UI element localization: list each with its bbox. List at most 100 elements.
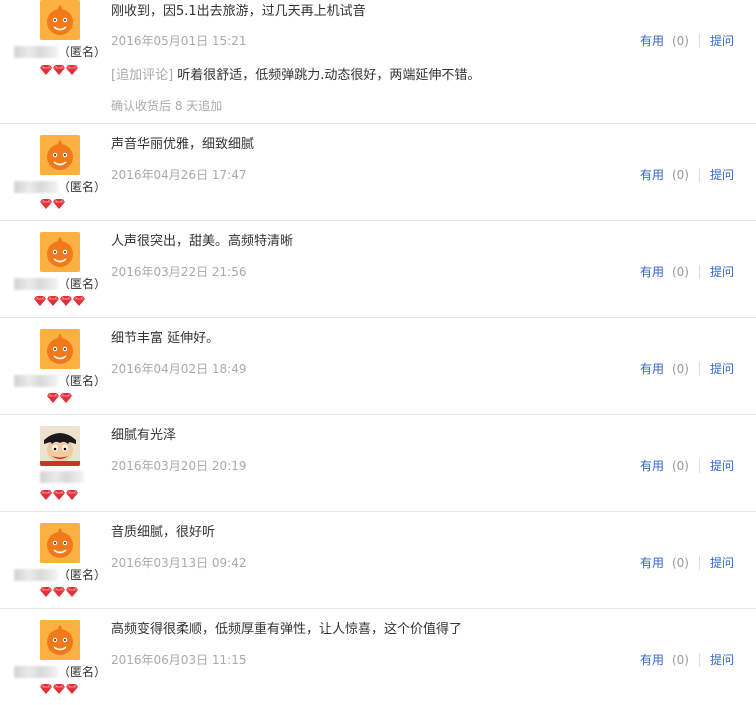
- diamond-rank-icon: [40, 489, 52, 500]
- divider: [698, 167, 700, 182]
- buyer-rank: [40, 683, 78, 695]
- review-actions: 有用 (0) 提问: [640, 457, 734, 474]
- ask-button[interactable]: 提问: [710, 263, 734, 280]
- review-actions: 有用 (0) 提问: [640, 360, 734, 377]
- blurred-username: [14, 277, 58, 290]
- diamond-rank-icon: [60, 392, 72, 403]
- divider: [698, 458, 700, 473]
- useful-button[interactable]: 有用: [640, 32, 664, 49]
- user-avatar[interactable]: [40, 135, 80, 175]
- review-item: （匿名） 细节丰富 延伸好。 2016年04月02日 18:49 有用 (0) …: [0, 318, 756, 415]
- buyer-rank: [40, 198, 65, 210]
- append-note: 确认收货后 8 天追加: [111, 99, 223, 113]
- diamond-rank-icon: [60, 295, 72, 306]
- user-avatar[interactable]: [40, 620, 80, 660]
- diamond-rank-icon: [40, 198, 52, 209]
- buyer-rank: [40, 586, 78, 598]
- user-avatar[interactable]: [40, 523, 80, 563]
- diamond-rank-icon: [53, 489, 65, 500]
- review-date: 2016年04月26日 17:47: [111, 168, 247, 182]
- buyer-rank: [34, 295, 85, 307]
- append-tag: [追加评论]: [111, 68, 174, 83]
- anonymous-label: （匿名）: [58, 180, 107, 194]
- review-date: 2016年03月22日 21:56: [111, 265, 247, 279]
- diamond-rank-icon: [53, 683, 65, 694]
- review-date: 2016年04月02日 18:49: [111, 362, 247, 376]
- review-item: （匿名） 人声很突出，甜美。高频特清晰 2016年03月22日 21:56 有用…: [0, 221, 756, 318]
- username: （匿名）: [14, 663, 106, 679]
- blurred-username: [14, 45, 58, 58]
- ask-button[interactable]: 提问: [710, 651, 734, 668]
- useful-count: (0): [671, 555, 689, 570]
- user-avatar[interactable]: [40, 0, 80, 40]
- blurred-username: [40, 470, 84, 483]
- useful-count: (0): [671, 652, 689, 667]
- diamond-rank-icon: [66, 586, 78, 597]
- useful-button[interactable]: 有用: [640, 263, 664, 280]
- review-actions: 有用 (0) 提问: [640, 166, 734, 183]
- divider: [698, 264, 700, 279]
- user-avatar[interactable]: [40, 232, 80, 272]
- review-text: 细腻有光泽: [111, 428, 177, 443]
- diamond-rank-icon: [40, 64, 52, 75]
- username: （匿名）: [14, 566, 107, 582]
- review-actions: 有用 (0) 提问: [640, 263, 734, 280]
- divider: [698, 652, 700, 667]
- cartoon-face-avatar-icon: [40, 426, 80, 466]
- divider: [698, 555, 700, 570]
- blurred-username: [14, 374, 58, 387]
- review-text: 高频变得很柔顺，低频厚重有弹性，让人惊喜，这个价值得了: [111, 622, 463, 637]
- useful-count: (0): [671, 458, 689, 473]
- ask-button[interactable]: 提问: [710, 457, 734, 474]
- useful-count: (0): [671, 264, 689, 279]
- review-date: 2016年06月03日 11:15: [111, 653, 247, 667]
- username: [14, 469, 104, 483]
- ask-button[interactable]: 提问: [710, 166, 734, 183]
- review-date: 2016年05月01日 15:21: [111, 34, 247, 48]
- blurred-username: [14, 665, 58, 678]
- useful-button[interactable]: 有用: [640, 360, 664, 377]
- ask-button[interactable]: 提问: [710, 360, 734, 377]
- review-text: 刚收到，因5.1出去旅游，过几天再上机试音: [111, 4, 366, 19]
- diamond-rank-icon: [47, 392, 59, 403]
- useful-button[interactable]: 有用: [640, 457, 664, 474]
- divider: [698, 33, 700, 48]
- ask-button[interactable]: 提问: [710, 554, 734, 571]
- review-actions: 有用 (0) 提问: [640, 651, 734, 668]
- anonymous-label: （匿名）: [58, 374, 107, 388]
- buyer-rank: [40, 489, 78, 501]
- diamond-rank-icon: [40, 586, 52, 597]
- mascot-avatar-icon: [40, 620, 80, 660]
- username: （匿名）: [14, 275, 107, 291]
- review-date: 2016年03月13日 09:42: [111, 556, 247, 570]
- review-item: （匿名） 刚收到，因5.1出去旅游，过几天再上机试音 2016年05月01日 1…: [0, 0, 756, 124]
- review-date: 2016年03月20日 20:19: [111, 459, 247, 473]
- anonymous-label: （匿名）: [58, 568, 107, 582]
- user-avatar[interactable]: [40, 329, 80, 369]
- ask-button[interactable]: 提问: [710, 32, 734, 49]
- useful-button[interactable]: 有用: [640, 166, 664, 183]
- username: （匿名）: [14, 43, 106, 59]
- diamond-rank-icon: [73, 295, 85, 306]
- username: （匿名）: [14, 178, 107, 194]
- mascot-avatar-icon: [40, 0, 80, 40]
- diamond-rank-icon: [66, 683, 78, 694]
- mascot-avatar-icon: [40, 329, 80, 369]
- user-avatar[interactable]: [40, 426, 80, 466]
- review-actions: 有用 (0) 提问: [640, 32, 734, 49]
- divider: [698, 361, 700, 376]
- useful-button[interactable]: 有用: [640, 651, 664, 668]
- diamond-rank-icon: [40, 683, 52, 694]
- buyer-rank: [40, 64, 78, 76]
- anonymous-label: （匿名）: [58, 277, 107, 291]
- useful-button[interactable]: 有用: [640, 554, 664, 571]
- diamond-rank-icon: [53, 198, 65, 209]
- review-item: （匿名） 声音华丽优雅，细致细腻 2016年04月26日 17:47 有用 (0…: [0, 124, 756, 221]
- diamond-rank-icon: [53, 586, 65, 597]
- diamond-rank-icon: [34, 295, 46, 306]
- buyer-rank: [47, 392, 72, 404]
- blurred-username: [14, 568, 58, 581]
- append-review: [追加评论] 听着很舒适，低频弹跳力.动态很好，两端延伸不错。: [111, 67, 480, 85]
- mascot-avatar-icon: [40, 135, 80, 175]
- diamond-rank-icon: [47, 295, 59, 306]
